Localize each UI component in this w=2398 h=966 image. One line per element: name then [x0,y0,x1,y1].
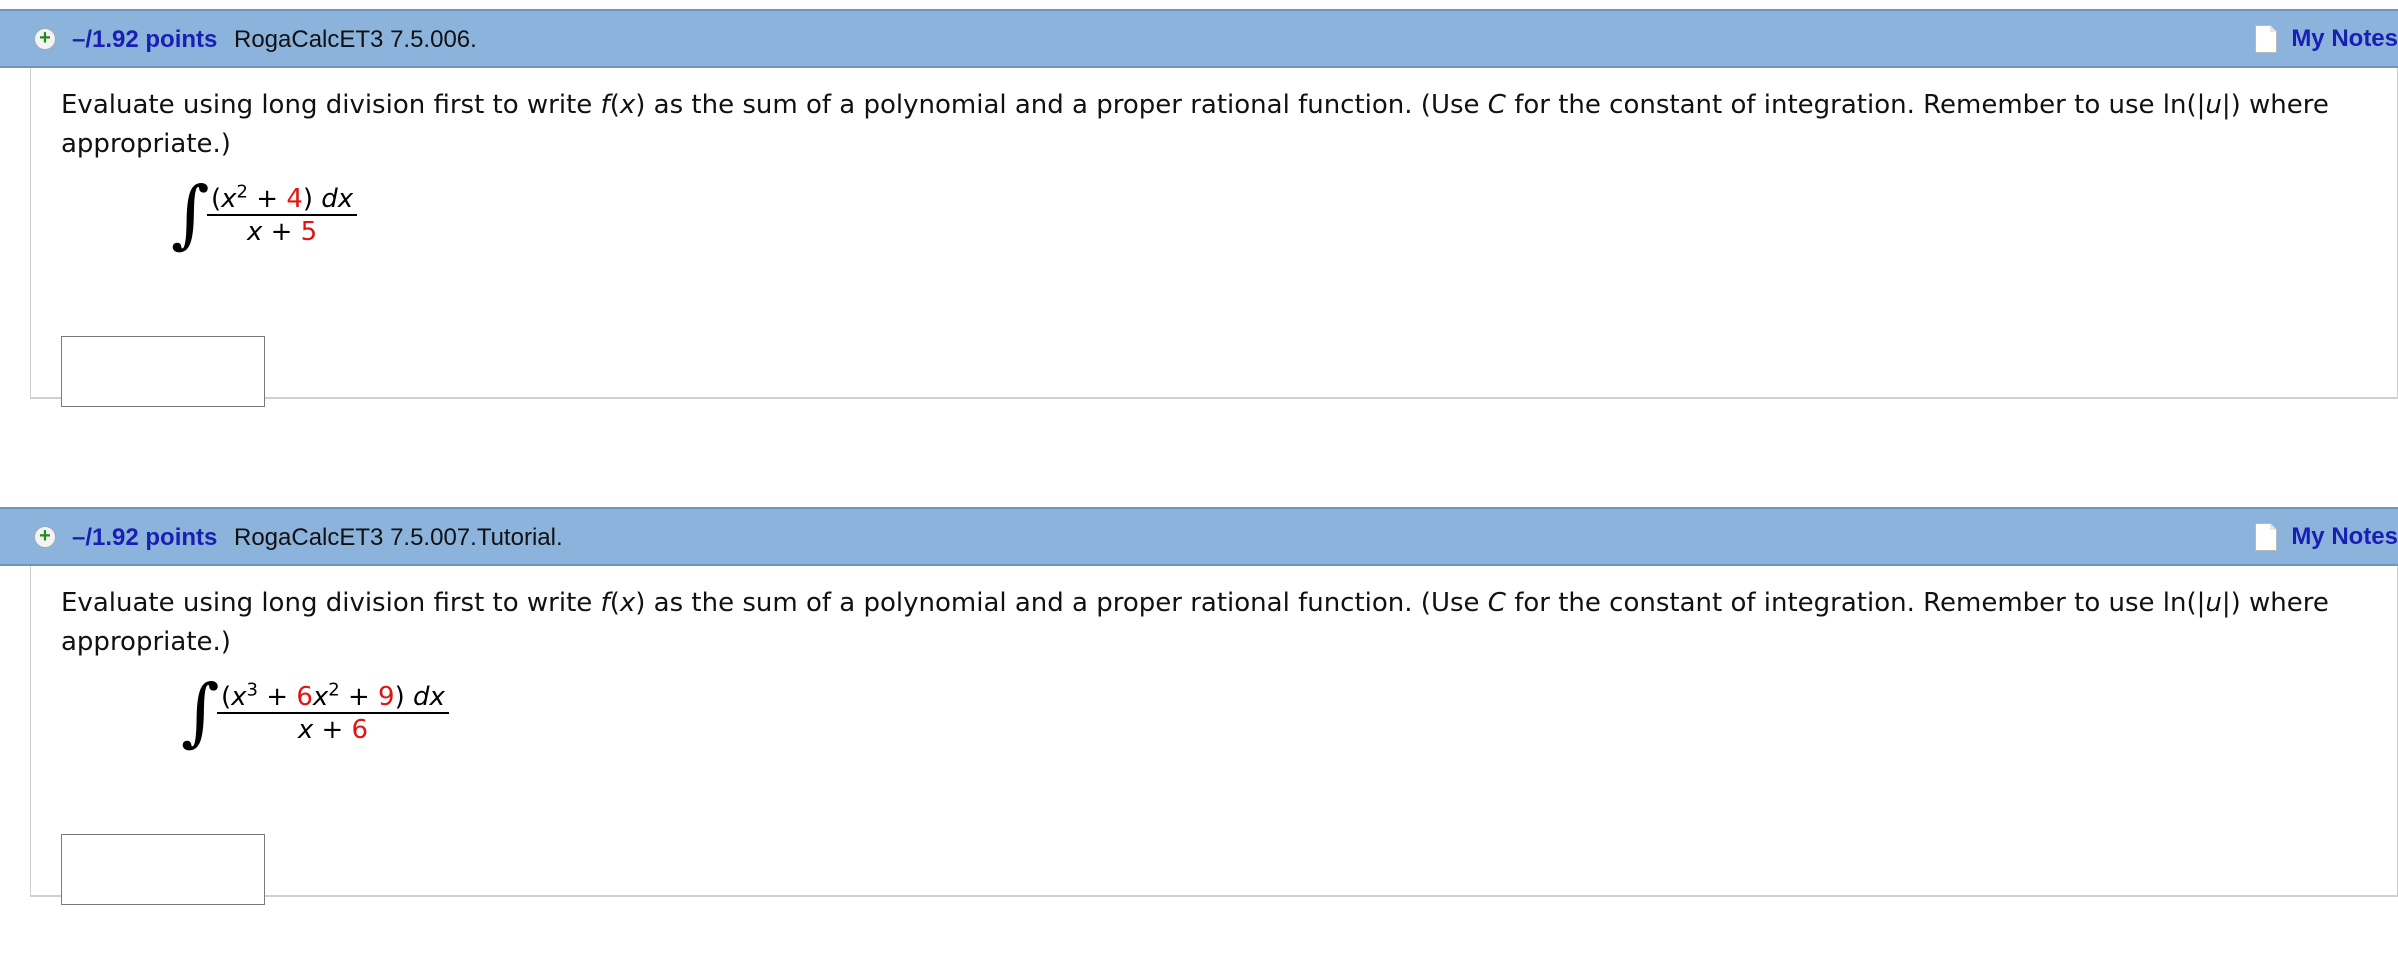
numerator: (x2 + 4) dx [207,183,358,216]
question-text: Evaluate using long division first to wr… [61,90,2329,159]
question-text: Evaluate using long division first to wr… [61,588,2329,657]
question-1: + –/1.92 points RogaCalcET3 7.5.006. My … [0,9,2398,407]
my-notes-button[interactable]: My Notes [2255,521,2398,553]
question-header: + –/1.92 points RogaCalcET3 7.5.007.Tuto… [0,507,2398,566]
question-body: Evaluate using long division first to wr… [30,566,2398,905]
integral-sign: ∫ [171,171,210,257]
my-notes-button[interactable]: My Notes [2255,23,2398,55]
points-label: –/1.92 points [72,26,218,53]
expand-plus-icon[interactable]: + [34,28,56,50]
fraction: (x3 + 6x2 + 9) dx x + 6 [217,681,449,746]
denominator: x + 5 [246,217,318,247]
denominator: x + 6 [297,715,369,745]
my-notes-label: My Notes [2291,25,2398,52]
note-page-icon [2255,25,2278,53]
numerator: (x3 + 6x2 + 9) dx [217,681,449,714]
my-notes-label: My Notes [2291,523,2398,550]
integral-sign: ∫ [181,669,220,755]
question-header: + –/1.92 points RogaCalcET3 7.5.006. My … [0,9,2398,68]
fraction: (x2 + 4) dx x + 5 [207,183,358,248]
question-reference: RogaCalcET3 7.5.007.Tutorial. [234,524,563,551]
note-page-icon [2255,523,2278,551]
question-reference: RogaCalcET3 7.5.006. [234,26,477,53]
points-label: –/1.92 points [72,524,218,551]
question-body: Evaluate using long division first to wr… [30,68,2398,407]
expand-plus-icon[interactable]: + [34,526,56,548]
answer-input[interactable] [61,834,265,905]
question-2: + –/1.92 points RogaCalcET3 7.5.007.Tuto… [0,507,2398,905]
answer-input[interactable] [61,336,265,407]
